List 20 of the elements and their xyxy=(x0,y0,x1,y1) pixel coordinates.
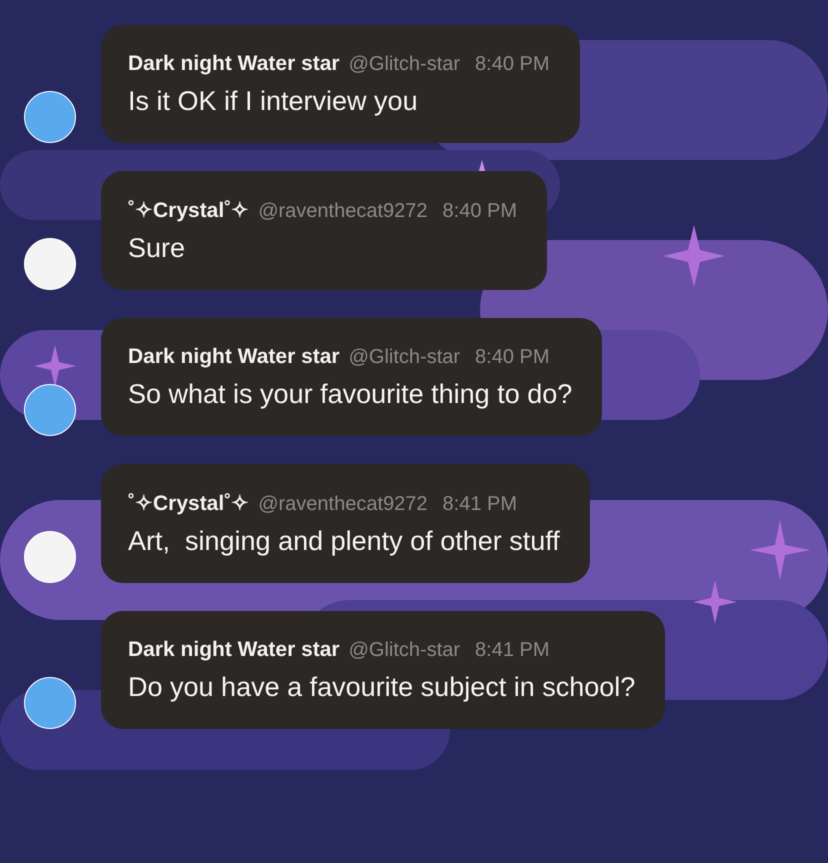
message-text: Is it OK if I interview you xyxy=(128,86,419,117)
author-name[interactable]: ˚✧Crystal˚✧ xyxy=(128,198,250,223)
message-text: Art, singing and plenty of other stuff xyxy=(128,526,560,557)
author-name[interactable]: ˚✧Crystal˚✧ xyxy=(128,491,250,516)
message-text: Sure xyxy=(128,233,186,264)
author-name[interactable]: Dark night Water star xyxy=(128,345,340,369)
user-handle: @raventhecat9272 xyxy=(258,493,428,516)
timestamp: 8:41 PM xyxy=(442,493,517,516)
author-name[interactable]: Dark night Water star xyxy=(128,52,340,76)
timestamp: 8:41 PM xyxy=(475,639,550,662)
message-text: Do you have a favourite subject in school? xyxy=(128,672,636,703)
user-handle: @Glitch-star xyxy=(348,53,460,76)
author-name[interactable]: Dark night Water star xyxy=(128,638,340,662)
user-handle: @Glitch-star xyxy=(348,346,460,369)
message-text: So what is your favourite thing to do? xyxy=(128,379,572,410)
timestamp: 8:40 PM xyxy=(442,200,517,223)
timestamp: 8:40 PM xyxy=(475,53,550,76)
timestamp: 8:40 PM xyxy=(475,346,550,369)
user-handle: @Glitch-star xyxy=(348,639,460,662)
user-handle: @raventhecat9272 xyxy=(258,200,428,223)
